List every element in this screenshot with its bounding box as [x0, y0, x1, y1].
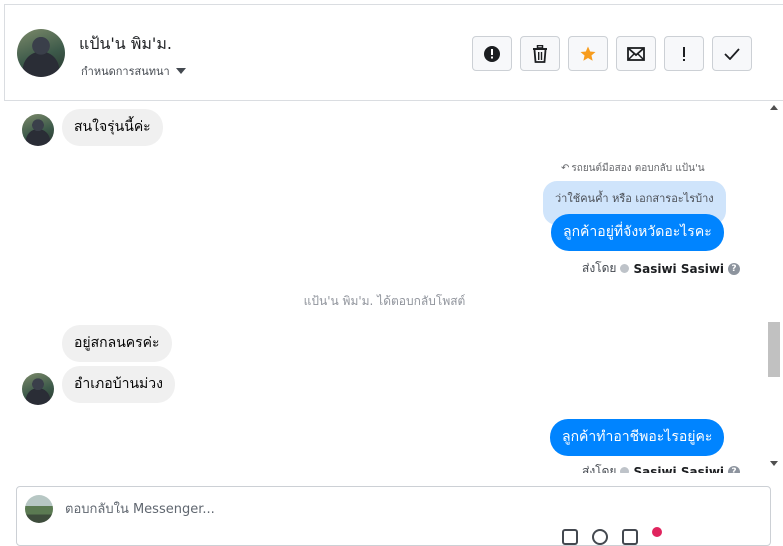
- image-icon[interactable]: [622, 529, 638, 545]
- outgoing-message[interactable]: ลูกค้าอยู่ที่จังหวัดอะไรคะ: [551, 214, 724, 251]
- check-icon: [724, 47, 740, 60]
- reply-arrow-icon: ↶: [561, 163, 570, 174]
- mark-unread-button[interactable]: [616, 36, 656, 71]
- conversation-settings-dropdown[interactable]: กำหนดการสนทนา: [81, 62, 186, 80]
- system-notice: แป้น'น พิม'ม. ได้ตอบกลับโพสต์: [303, 294, 466, 308]
- done-button[interactable]: [712, 36, 752, 71]
- outgoing-message[interactable]: ลูกค้าทำอาชีพอะไรอยู่คะ: [550, 419, 725, 456]
- scroll-down-arrow-icon[interactable]: [770, 461, 778, 466]
- star-icon: [580, 46, 596, 61]
- scroll-up-arrow-icon[interactable]: [770, 105, 778, 110]
- sender-avatar[interactable]: [22, 114, 54, 146]
- emoji-icon[interactable]: [592, 529, 608, 545]
- report-button[interactable]: [472, 36, 512, 71]
- page-avatar: [25, 495, 53, 523]
- conversation-header: แป้น'น พิม'ม. กำหนดการสนทนา: [4, 4, 783, 101]
- scrollbar-thumb[interactable]: [768, 322, 780, 377]
- reply-composer: [16, 486, 771, 546]
- reply-context-text: รถยนต์มือสอง ตอบกลับ แป้น'น: [571, 163, 705, 174]
- exclamation-icon: [683, 46, 685, 61]
- sender-avatar[interactable]: [22, 373, 54, 405]
- trash-icon: [533, 44, 547, 63]
- header-actions: [472, 36, 752, 71]
- sent-by-name[interactable]: Sasiwi Sasiwi: [633, 465, 724, 474]
- message-thread[interactable]: สนใจรุ่นนี้ค่ะ ↶ รถยนต์มือสอง ตอบกลับ แป…: [4, 101, 765, 473]
- important-button[interactable]: [664, 36, 704, 71]
- incoming-message[interactable]: อยู่สกลนครค่ะ: [62, 325, 172, 362]
- caret-down-icon: [175, 68, 186, 74]
- composer-toolbar: [562, 527, 662, 545]
- incoming-message[interactable]: อำเภอบ้านม่วง: [62, 366, 175, 403]
- star-button[interactable]: [568, 36, 608, 71]
- sent-by-prefix: ส่งโดย: [582, 261, 617, 275]
- help-icon[interactable]: ?: [728, 262, 741, 275]
- envelope-icon: [627, 46, 645, 61]
- help-icon[interactable]: ?: [728, 465, 741, 473]
- contact-avatar[interactable]: [17, 29, 65, 77]
- reply-input[interactable]: [65, 497, 665, 521]
- sent-by-label: ส่งโดย Sasiwi Sasiwi ?: [582, 462, 741, 474]
- contact-name[interactable]: แป้น'น พิม'ม.: [79, 32, 172, 57]
- reply-context: ↶ รถยนต์มือสอง ตอบกลับ แป้น'น: [561, 161, 705, 176]
- conversation-settings-label: กำหนดการสนทนา: [81, 65, 170, 78]
- alert-circle-icon: [484, 45, 500, 62]
- delete-button[interactable]: [520, 36, 560, 71]
- thread-scrollbar[interactable]: [765, 101, 783, 473]
- attachment-icon[interactable]: [562, 529, 578, 545]
- sent-by-name[interactable]: Sasiwi Sasiwi: [633, 262, 724, 276]
- page-icon: [620, 264, 630, 273]
- incoming-message[interactable]: สนใจรุ่นนี้ค่ะ: [62, 109, 163, 146]
- sent-by-prefix: ส่งโดย: [582, 464, 617, 473]
- page-icon: [620, 467, 630, 473]
- sent-by-label: ส่งโดย Sasiwi Sasiwi ?: [582, 259, 741, 278]
- messenger-conversation-window: แป้น'น พิม'ม. กำหนดการสนทนา สนใจรุ่นนี้ค…: [0, 0, 783, 546]
